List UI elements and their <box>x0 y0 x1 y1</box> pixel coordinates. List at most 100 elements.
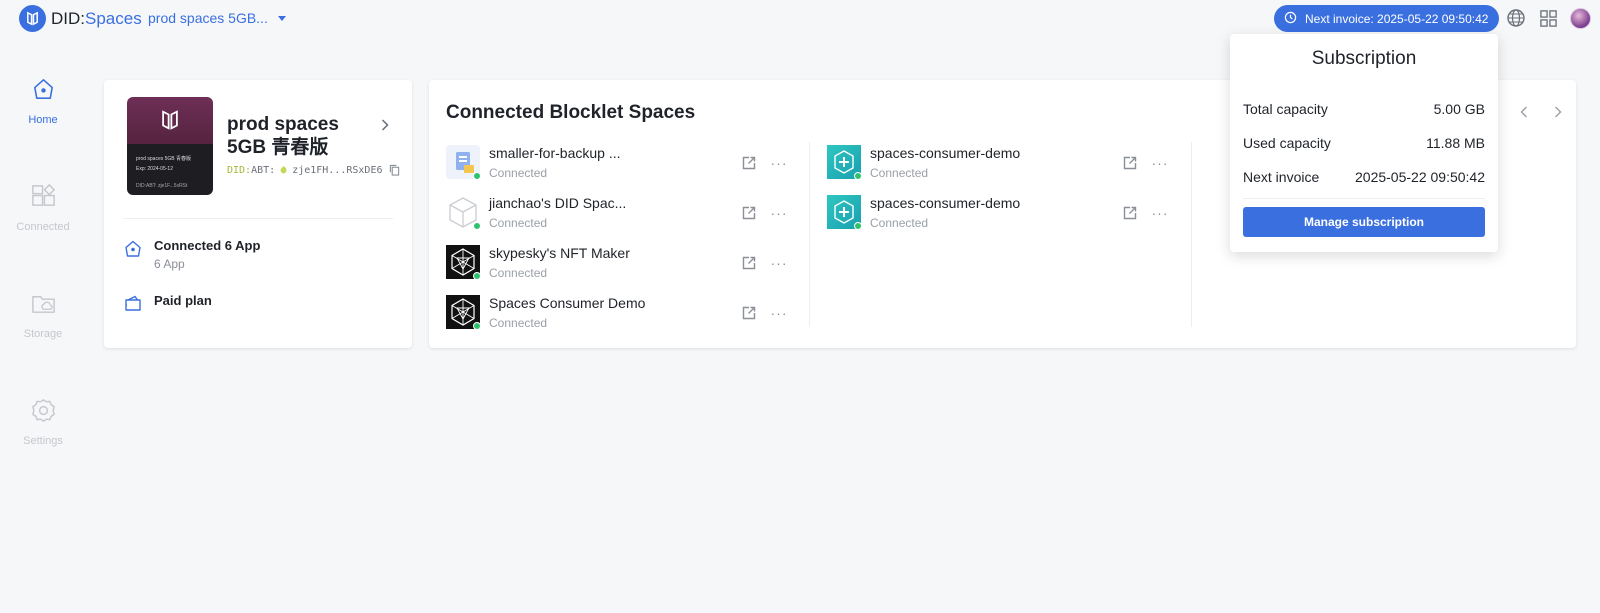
row-label: Total capacity <box>1243 101 1328 117</box>
app-row[interactable]: spaces-consumer-demo Connected ··· <box>827 145 1179 191</box>
nav-label-home: Home <box>28 114 58 126</box>
app-row[interactable]: smaller-for-backup ... Connected ··· <box>446 145 798 191</box>
storage-folder-icon <box>30 290 57 322</box>
more-options-icon[interactable]: ··· <box>1150 205 1170 221</box>
blocklet-icon <box>446 295 481 330</box>
app-status: Connected <box>489 316 548 330</box>
space-selector-label: prod spaces 5GB... <box>148 10 268 26</box>
top-bar: DID:Spaces prod spaces 5GB... Next invoi… <box>0 0 1600 36</box>
open-external-icon[interactable] <box>741 305 757 321</box>
subscription-popover: Subscription Total capacity 5.00 GB Used… <box>1230 34 1498 252</box>
did-spaces-logo-icon <box>19 5 46 32</box>
divider <box>123 218 393 219</box>
space-cover-image: prod spaces 5GB 青春版 Exp: 2024-05-12 DID:… <box>127 97 213 195</box>
space-title: prod spaces 5GB 青春版 <box>227 114 339 158</box>
online-status-dot <box>854 222 862 230</box>
gear-icon <box>30 397 57 429</box>
app-row[interactable]: spaces-consumer-demo Connected ··· <box>827 195 1179 241</box>
app-row[interactable]: skypesky's NFT Maker Connected ··· <box>446 245 798 291</box>
more-options-icon[interactable]: ··· <box>769 155 789 171</box>
chevron-right-icon[interactable] <box>1550 104 1566 120</box>
did-avatar-icon <box>278 165 289 176</box>
used-capacity-row: Used capacity 11.88 MB <box>1243 135 1485 151</box>
row-label: Next invoice <box>1243 169 1320 185</box>
more-options-icon[interactable]: ··· <box>1150 155 1170 171</box>
apps-column-2: spaces-consumer-demo Connected ··· space… <box>827 140 1187 330</box>
subscription-title: Subscription <box>1311 48 1417 69</box>
did-short: zje1FH...RSxDE6 <box>292 164 383 176</box>
home-icon <box>30 76 57 108</box>
more-options-icon[interactable]: ··· <box>769 305 789 321</box>
open-external-icon[interactable] <box>741 155 757 171</box>
copy-icon[interactable] <box>389 164 400 176</box>
online-status-dot <box>473 322 481 330</box>
app-status: Connected <box>489 166 548 180</box>
more-options-icon[interactable]: ··· <box>769 205 789 221</box>
plan-title: Paid plan <box>154 293 212 308</box>
nav-label-settings: Settings <box>23 435 63 447</box>
consumer-demo-icon <box>827 195 862 230</box>
row-value: 11.88 MB <box>1426 135 1485 151</box>
nav-item-storage[interactable]: Storage <box>0 290 86 340</box>
online-status-dot <box>473 172 481 180</box>
online-status-dot <box>854 172 862 180</box>
app-status: Connected <box>870 216 929 230</box>
next-invoice-label: Next invoice: 2025-05-22 09:50:42 <box>1305 11 1489 26</box>
apps-grid-icon[interactable] <box>1537 7 1559 29</box>
nav-item-connected[interactable]: Connected <box>0 183 86 233</box>
home-outline-icon <box>122 238 144 260</box>
apps-column-1: smaller-for-backup ... Connected ··· jia… <box>446 140 806 330</box>
app-row[interactable]: jianchao's DID Spac... Connected ··· <box>446 195 798 241</box>
wallet-icon <box>122 293 144 315</box>
chevron-right-icon[interactable] <box>380 118 390 131</box>
row-value: 2025-05-22 09:50:42 <box>1355 169 1485 185</box>
app-name: jianchao's DID Spac... <box>489 195 627 211</box>
next-invoice-button[interactable]: Next invoice: 2025-05-22 09:50:42 <box>1274 5 1499 32</box>
next-invoice-row: Next invoice 2025-05-22 09:50:42 <box>1243 169 1485 185</box>
app-name: Spaces Consumer Demo <box>489 295 646 311</box>
space-selector[interactable]: prod spaces 5GB... <box>148 10 286 26</box>
did-prefix: DID: <box>227 164 252 176</box>
column-divider <box>1191 142 1192 327</box>
open-external-icon[interactable] <box>741 255 757 271</box>
cover-space-name: prod spaces 5GB 青春版 <box>136 156 192 162</box>
connected-apps-summary: Connected 6 App 6 App <box>122 238 260 271</box>
cube-icon <box>446 195 481 230</box>
online-status-dot <box>473 222 481 230</box>
online-status-dot <box>473 272 481 280</box>
cover-did: DID:ABT: zje1F...5xRSt <box>136 183 188 189</box>
brand-name: DID:Spaces <box>51 8 142 28</box>
language-globe-icon[interactable] <box>1505 7 1527 29</box>
total-capacity-row: Total capacity 5.00 GB <box>1243 101 1485 117</box>
backup-app-icon <box>446 145 481 180</box>
connected-apps-count: 6 App <box>154 257 185 271</box>
consumer-demo-icon <box>827 145 862 180</box>
nav-label-connected: Connected <box>16 221 70 233</box>
app-name: skypesky's NFT Maker <box>489 245 630 261</box>
open-external-icon[interactable] <box>1122 205 1138 221</box>
app-status: Connected <box>489 216 548 230</box>
chevron-left-icon[interactable] <box>1516 104 1532 120</box>
brand-logo[interactable]: DID:Spaces <box>19 5 142 32</box>
column-divider <box>809 142 810 327</box>
did-type: ABT: <box>251 164 276 176</box>
clock-icon <box>1284 11 1297 27</box>
app-row[interactable]: Spaces Consumer Demo Connected ··· <box>446 295 798 341</box>
plan-summary: Paid plan <box>122 293 212 315</box>
app-status: Connected <box>870 166 929 180</box>
manage-subscription-button[interactable]: Manage subscription <box>1243 207 1485 237</box>
open-external-icon[interactable] <box>1122 155 1138 171</box>
app-name: smaller-for-backup ... <box>489 145 621 161</box>
user-avatar[interactable] <box>1570 8 1591 29</box>
row-label: Used capacity <box>1243 135 1331 151</box>
nav-item-home[interactable]: Home <box>0 76 86 126</box>
row-value: 5.00 GB <box>1433 101 1485 117</box>
more-options-icon[interactable]: ··· <box>769 255 789 271</box>
space-did: DID: ABT: zje1FH...RSxDE6 <box>227 164 400 176</box>
connected-apps-title: Connected 6 App <box>154 238 261 253</box>
open-external-icon[interactable] <box>741 205 757 221</box>
section-title: Connected Blocklet Spaces <box>446 102 696 123</box>
space-info-card: prod spaces 5GB 青春版 Exp: 2024-05-12 DID:… <box>104 80 412 348</box>
app-name: spaces-consumer-demo <box>870 195 1021 211</box>
nav-item-settings[interactable]: Settings <box>0 397 86 447</box>
